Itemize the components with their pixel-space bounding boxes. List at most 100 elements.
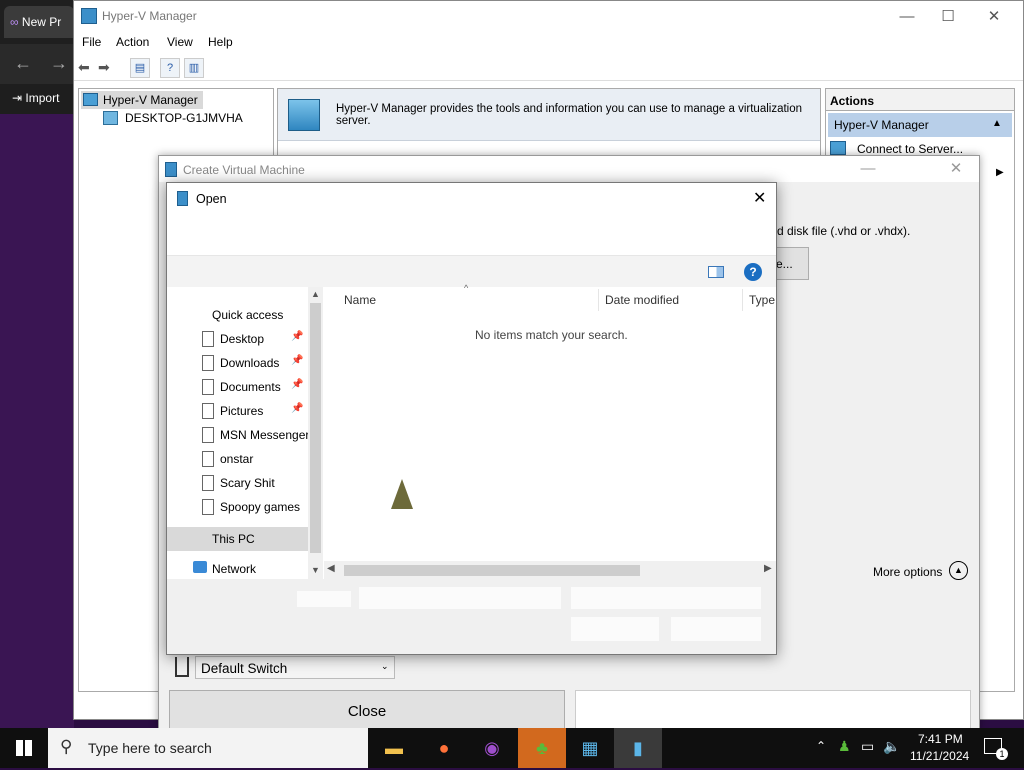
- search-icon: ⚲: [60, 737, 73, 756]
- scroll-down-icon[interactable]: ▼: [311, 565, 320, 575]
- import-button[interactable]: ⇥ Import: [0, 84, 74, 114]
- back-arrow-icon[interactable]: ←: [14, 53, 32, 74]
- command-bar: ?: [167, 255, 776, 287]
- windows-logo-icon: [16, 740, 32, 756]
- tree-server-item[interactable]: DESKTOP-G1JMVHA: [101, 109, 271, 127]
- tray-network-icon[interactable]: ▭: [861, 738, 874, 755]
- wizard-close-button[interactable]: ✕: [933, 156, 979, 182]
- nav-item-downloads[interactable]: Downloads 📌: [167, 351, 309, 375]
- nav-item-desktop[interactable]: Desktop 📌: [167, 327, 309, 351]
- hyperv-title: Hyper-V Manager: [102, 9, 197, 23]
- import-icon: ⇥: [12, 91, 23, 105]
- tray-volume-icon[interactable]: 🔈: [883, 738, 900, 755]
- more-options-button[interactable]: More options ▲: [873, 561, 973, 583]
- show-scope-icon[interactable]: ▤: [130, 58, 150, 78]
- wizard-minimize-button[interactable]: —: [845, 156, 891, 182]
- file-explorer-icon[interactable]: ▬: [370, 728, 418, 768]
- firefox-icon[interactable]: ●: [420, 728, 468, 768]
- back-icon[interactable]: ⬅: [78, 59, 90, 76]
- file-name-input[interactable]: [359, 587, 561, 609]
- toolbar: [74, 55, 1023, 81]
- nav-item-label: Downloads: [220, 356, 280, 370]
- file-list-horizontal-scrollbar[interactable]: ◀ ▶: [324, 561, 776, 579]
- tree-root-item[interactable]: Hyper-V Manager: [81, 91, 203, 109]
- show-action-pane-icon[interactable]: ▥: [184, 58, 204, 78]
- column-header-name[interactable]: Name: [344, 293, 376, 307]
- nav-item-label: MSN Messenger: [220, 428, 309, 442]
- help-circle-icon[interactable]: ?: [744, 263, 762, 281]
- menu-file[interactable]: File: [82, 35, 101, 49]
- obsidian-mask-icon[interactable]: ◉: [468, 728, 516, 768]
- tree-root-label: Hyper-V Manager: [103, 93, 198, 107]
- minimize-button[interactable]: —: [884, 1, 930, 32]
- menu-action[interactable]: Action: [116, 35, 149, 49]
- nav-item-onstar[interactable]: onstar: [167, 447, 309, 471]
- forward-icon[interactable]: ➡: [98, 59, 110, 76]
- quick-access-label[interactable]: Quick access: [212, 308, 283, 322]
- busy-cursor-icon: [391, 479, 413, 509]
- pin-icon[interactable]: 📌: [291, 331, 303, 342]
- cancel-button[interactable]: [671, 617, 761, 641]
- tab-label: New Pr: [21, 15, 62, 29]
- actions-header: Actions: [826, 89, 1014, 111]
- start-button[interactable]: [0, 728, 48, 768]
- pin-icon[interactable]: 📌: [291, 355, 303, 366]
- preview-pane-icon[interactable]: [708, 266, 724, 278]
- clock-date[interactable]: 11/21/2024: [910, 749, 969, 763]
- scroll-left-icon[interactable]: ◀: [327, 563, 335, 574]
- menu-view[interactable]: View: [167, 35, 193, 49]
- hyperv-manager-task-icon[interactable]: ▦: [566, 728, 614, 768]
- collapse-icon[interactable]: ▲: [992, 118, 1002, 129]
- open-close-icon[interactable]: ✕: [753, 188, 766, 208]
- actions-section-hyperv[interactable]: Hyper-V Manager ▲: [828, 113, 1012, 137]
- forward-arrow-icon[interactable]: →: [50, 53, 68, 74]
- empty-message: No items match your search.: [475, 328, 628, 342]
- scroll-thumb[interactable]: [310, 303, 321, 553]
- nav-item-pictures[interactable]: Pictures 📌: [167, 399, 309, 423]
- background-app-window: ∞ New Pr ← → ⇥ Import: [0, 0, 74, 728]
- maximize-button[interactable]: ☐: [925, 1, 971, 32]
- more-options-label: More options: [873, 565, 943, 579]
- server-stack-icon: [288, 99, 320, 131]
- open-button[interactable]: [571, 617, 659, 641]
- close-window-button[interactable]: ✕: [971, 1, 1017, 32]
- create-button-disabled: [575, 690, 971, 732]
- menu-help[interactable]: Help: [208, 35, 233, 49]
- scroll-up-icon[interactable]: ▲: [311, 289, 320, 299]
- h-scroll-thumb[interactable]: [344, 565, 640, 576]
- pin-icon[interactable]: 📌: [291, 379, 303, 390]
- nav-item-msn-messenger[interactable]: MSN Messenger: [167, 423, 309, 447]
- tray-chevron-icon[interactable]: ⌃: [816, 739, 826, 753]
- nav-item-this-pc[interactable]: This PC: [167, 527, 308, 551]
- file-type-select[interactable]: [571, 587, 761, 609]
- vm-connection-task-icon[interactable]: ▮: [614, 728, 662, 768]
- nav-item-label: onstar: [220, 452, 254, 466]
- column-header-date-modified[interactable]: Date modified: [605, 293, 679, 307]
- nav-item-spoopy-games[interactable]: Spoopy games: [167, 495, 309, 519]
- help-icon[interactable]: ?: [160, 58, 180, 78]
- pin-icon[interactable]: 📌: [291, 403, 303, 414]
- background-tab[interactable]: ∞ New Pr: [4, 6, 74, 38]
- close-button[interactable]: Close: [169, 690, 565, 732]
- nav-item-documents[interactable]: Documents 📌: [167, 375, 309, 399]
- taskbar-search-box[interactable]: ⚲ Type here to search: [48, 728, 368, 768]
- open-title: Open: [196, 192, 227, 206]
- page-icon: [202, 379, 214, 395]
- chevron-up-icon: ▲: [949, 561, 968, 580]
- nav-vertical-scrollbar[interactable]: ▲ ▼: [308, 287, 323, 579]
- tray-people-icon[interactable]: ♟: [838, 738, 851, 755]
- open-titlebar: Open ✕: [167, 183, 776, 255]
- column-header-type[interactable]: Type: [749, 293, 775, 307]
- virtual-switch-select[interactable]: Default Switch ⌄: [195, 656, 395, 679]
- messenger-icon[interactable]: ♣: [518, 728, 566, 768]
- clock-time[interactable]: 7:41 PM: [918, 732, 963, 746]
- action-connect-label: Connect to Server...: [857, 142, 964, 156]
- taskbar: ⚲ Type here to search ▬ ● ◉ ♣ ▦ ▮ ⌃ ♟ ▭ …: [0, 728, 1024, 768]
- open-file-dialog: Open ✕ ? Quick access Desktop 📌 Download…: [166, 182, 777, 655]
- column-divider: [742, 289, 743, 311]
- nav-item-network[interactable]: Network: [167, 559, 308, 579]
- nav-item-scary-shit[interactable]: Scary Shit: [167, 471, 309, 495]
- submenu-arrow-icon[interactable]: ▶: [996, 167, 1004, 178]
- scroll-right-icon[interactable]: ▶: [764, 563, 772, 574]
- dropdown-icon: ⌄: [381, 661, 389, 671]
